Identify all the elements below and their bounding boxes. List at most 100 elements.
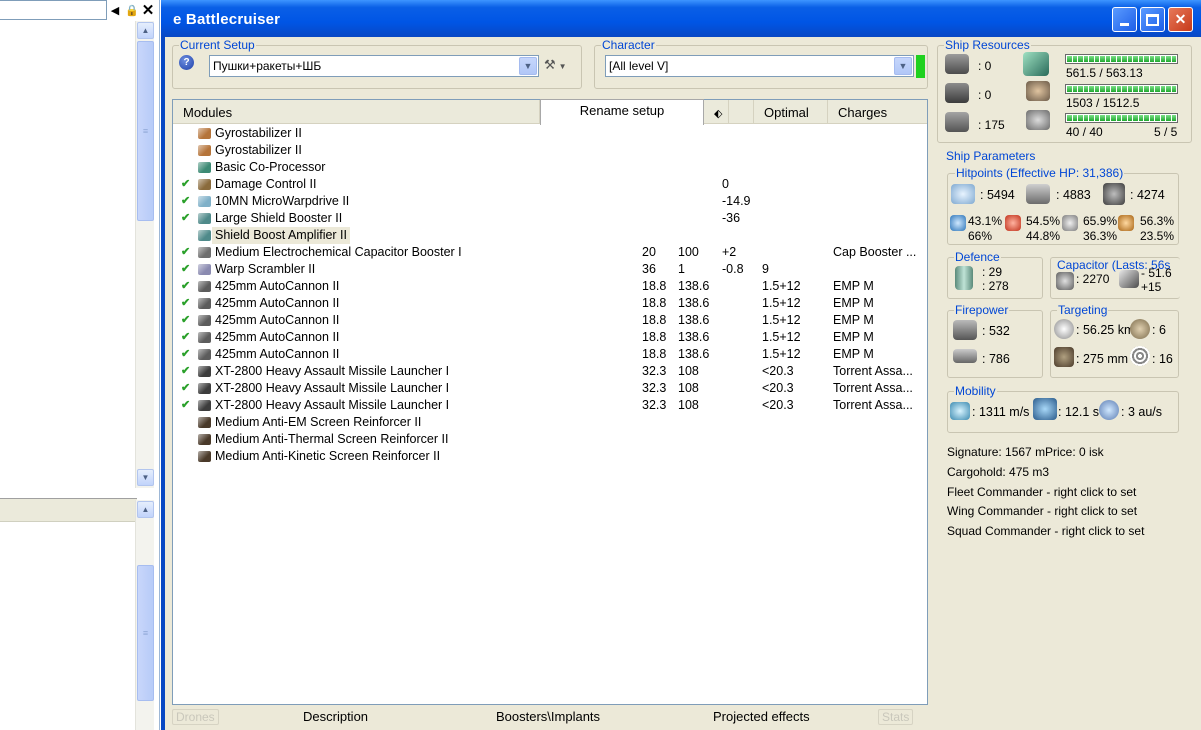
bar-segment — [1171, 115, 1176, 121]
close-icon[interactable]: ✕ — [139, 0, 157, 20]
column-optimal[interactable]: Optimal — [754, 100, 828, 124]
tab-stats[interactable]: Stats — [878, 709, 914, 725]
tab-projected-effects[interactable]: Projected effects — [713, 709, 810, 724]
table-row[interactable]: ✔ Medium Electrochemical Capacitor Booste… — [173, 244, 927, 261]
tab-description[interactable]: Description — [303, 709, 368, 724]
maximize-button[interactable] — [1140, 7, 1165, 32]
column-modules[interactable]: Modules — [173, 100, 540, 124]
fitting-window: e Battlecruiser ✕ Current Setup ? Пушки+… — [161, 0, 1201, 730]
tab-drones[interactable]: Drones — [172, 709, 219, 725]
squad-commander-text[interactable]: Squad Commander - right click to set — [947, 524, 1144, 538]
column-blank[interactable] — [729, 100, 754, 124]
module-c2: 138.6 — [678, 296, 710, 310]
table-row[interactable]: ✔ Warp Scrambler II 36 1 -0.8 9 — [173, 261, 927, 278]
table-row[interactable]: Gyrostabilizer II — [173, 125, 927, 142]
wrench-icon[interactable]: ⚒ ▼ — [544, 57, 567, 73]
targeting-label: Targeting — [1057, 303, 1109, 317]
table-row[interactable]: ✔ XT-2800 Heavy Assault Missile Launcher … — [173, 397, 927, 414]
checkmark-icon: ✔ — [181, 399, 191, 411]
left-input-field[interactable] — [0, 0, 107, 20]
table-row[interactable]: Gyrostabilizer II — [173, 142, 927, 159]
chevron-down-icon[interactable]: ▼ — [894, 57, 912, 75]
bar-segment — [1155, 115, 1160, 121]
module-name: 425mm AutoCannon II — [215, 330, 340, 344]
rename-setup-tab[interactable]: Rename setup — [540, 99, 704, 125]
scroll-thumb[interactable]: ≡ — [137, 41, 154, 221]
module-icon — [198, 230, 211, 241]
explosive-resist-icon — [1118, 215, 1134, 231]
module-icon — [198, 332, 211, 343]
table-row[interactable]: ✔ Large Shield Booster II -36 — [173, 210, 927, 227]
table-row[interactable]: ✔ 425mm AutoCannon II 18.8 138.6 1.5+12 EMP M — [173, 278, 927, 295]
table-row[interactable]: ✔ 10MN MicroWarpdrive II -14.9 — [173, 193, 927, 210]
table-row[interactable]: ✔ XT-2800 Heavy Assault Missile Launcher … — [173, 363, 927, 380]
window-title: e Battlecruiser — [173, 11, 281, 28]
bar-segment — [1105, 86, 1110, 92]
fleet-commander-text[interactable]: Fleet Commander - right click to set — [947, 485, 1136, 499]
setup-select-value: Пушки+ракеты+ШБ — [213, 59, 322, 73]
character-select[interactable]: [All level V] ▼ — [605, 55, 914, 77]
table-row[interactable]: Shield Boost Amplifier II — [173, 227, 927, 244]
module-c1: 32.3 — [642, 398, 667, 412]
table-row[interactable]: ✔ XT-2800 Heavy Assault Missile Launcher … — [173, 380, 927, 397]
table-row[interactable]: ✔ 425mm AutoCannon II 18.8 138.6 1.5+12 EMP M — [173, 312, 927, 329]
left-upper-scrollbar[interactable]: ▲ ≡ ▼ — [135, 21, 154, 488]
column-charges[interactable]: Charges — [828, 100, 927, 124]
wing-commander-text[interactable]: Wing Commander - right click to set — [947, 504, 1137, 518]
module-c2: 138.6 — [678, 279, 710, 293]
bar-segment — [1083, 56, 1088, 62]
left-lower-scrollbar[interactable]: ▲ ≡ — [135, 500, 154, 730]
bar-segment — [1133, 56, 1138, 62]
bar-segment — [1089, 56, 1094, 62]
bar-segment — [1171, 86, 1176, 92]
cargohold-text: Cargohold: 475 m3 — [947, 465, 1050, 479]
capacitor-icon — [1056, 272, 1074, 290]
column-icon[interactable]: ⬖ — [704, 100, 729, 124]
table-row[interactable]: Basic Co-Processor — [173, 159, 927, 176]
left-arrow-icon[interactable]: ◀ — [106, 0, 124, 20]
table-row[interactable]: ✔ 425mm AutoCannon II 18.8 138.6 1.5+12 EMP M — [173, 346, 927, 363]
defence-label: Defence — [954, 250, 1001, 264]
table-row[interactable]: Medium Anti-EM Screen Reinforcer II — [173, 414, 927, 431]
warp-speed-icon — [1099, 400, 1119, 420]
module-c4: 1.5+12 — [762, 279, 801, 293]
bar-segment — [1138, 86, 1143, 92]
module-name: 425mm AutoCannon II — [215, 313, 340, 327]
bar-segment — [1067, 56, 1072, 62]
powergrid-icon — [1026, 81, 1050, 101]
chevron-down-icon[interactable]: ▼ — [519, 57, 537, 75]
scroll-thumb[interactable]: ≡ — [137, 565, 154, 701]
bar-segment — [1171, 56, 1176, 62]
speed-icon — [950, 402, 970, 420]
module-icon — [198, 315, 211, 326]
module-icon — [198, 179, 211, 190]
turret-dps-icon — [953, 320, 977, 340]
table-row[interactable]: Medium Anti-Thermal Screen Reinforcer II — [173, 431, 927, 448]
tab-boosters-implants[interactable]: Boosters\Implants — [496, 709, 600, 724]
minimize-button[interactable] — [1112, 7, 1137, 32]
module-name: 425mm AutoCannon II — [215, 279, 340, 293]
title-bar[interactable]: e Battlecruiser ✕ — [161, 0, 1201, 37]
module-c2: 1 — [678, 262, 685, 276]
setup-select[interactable]: Пушки+ракеты+ШБ ▼ — [209, 55, 539, 77]
module-icon — [198, 434, 211, 445]
table-row[interactable]: ✔ Damage Control II 0 — [173, 176, 927, 193]
targeting-sensor-value: : 16 — [1152, 352, 1173, 366]
scroll-up-icon[interactable]: ▲ — [137, 501, 154, 518]
module-c3: -0.8 — [722, 262, 744, 276]
checkmark-icon: ✔ — [181, 365, 191, 377]
module-name: Gyrostabilizer II — [215, 126, 302, 140]
table-row[interactable]: ✔ 425mm AutoCannon II 18.8 138.6 1.5+12 EMP M — [173, 295, 927, 312]
scroll-down-icon[interactable]: ▼ — [137, 469, 154, 486]
table-row[interactable]: Medium Anti-Kinetic Screen Reinforcer II — [173, 448, 927, 465]
help-icon[interactable]: ? — [179, 55, 194, 70]
module-c2: 138.6 — [678, 330, 710, 344]
calibration-value: 40 / 40 — [1066, 125, 1103, 139]
scroll-up-icon[interactable]: ▲ — [137, 22, 154, 39]
module-icon — [198, 247, 211, 258]
bar-segment — [1078, 56, 1083, 62]
close-button[interactable]: ✕ — [1168, 7, 1193, 32]
modules-list[interactable]: Modules ⬖ Optimal Charges Rename setup G… — [172, 99, 928, 705]
table-row[interactable]: ✔ 425mm AutoCannon II 18.8 138.6 1.5+12 EMP M — [173, 329, 927, 346]
bar-segment — [1127, 56, 1132, 62]
